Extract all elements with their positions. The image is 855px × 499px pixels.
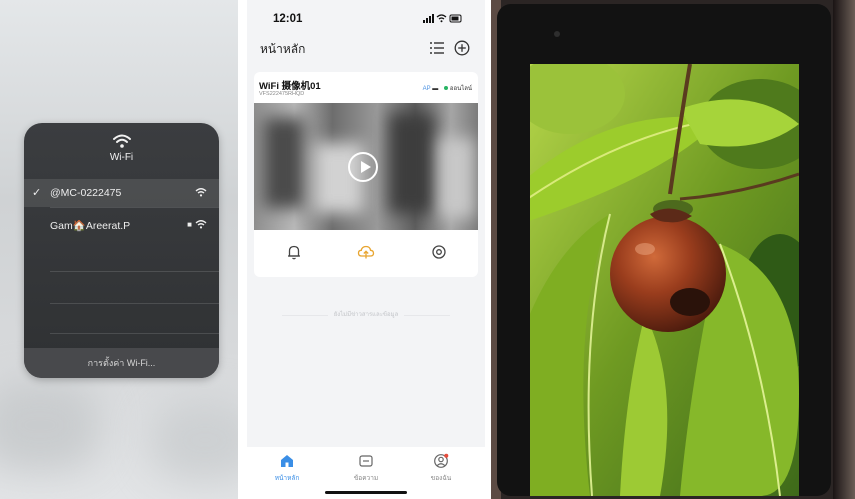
camera-card[interactable]: WiFi 摄像机01 VFS222475RHQD AP ▬ ออนไลน์: [254, 72, 478, 277]
profile-icon: [434, 453, 449, 468]
mangosteen-fruit: [610, 216, 726, 332]
tablet-photo: [491, 0, 855, 499]
tab-label: ข้อความ: [353, 475, 379, 482]
camera-device-id: VFS222475RHQD: [259, 91, 305, 97]
mangosteen-photo: [530, 64, 799, 496]
camera-name: WiFi 摄像机01: [259, 81, 321, 92]
cloud-upload-icon[interactable]: [357, 243, 375, 261]
settings-icon[interactable]: [430, 243, 448, 261]
network-name: Gam🏠Areerat.P: [50, 220, 131, 232]
divider: [50, 303, 219, 304]
front-camera: [554, 31, 560, 37]
tab-messages[interactable]: ข้อความ: [336, 453, 396, 483]
tab-home[interactable]: หน้าหลัก: [257, 453, 317, 483]
divider: [50, 207, 219, 208]
tab-profile[interactable]: ของฉัน: [411, 453, 471, 483]
network-row-connected[interactable]: ✓ @MC-0222475: [24, 179, 219, 207]
camera-status: AP ▬ ออนไลน์: [423, 83, 472, 93]
wifi-settings-link[interactable]: การตั้งค่า Wi-Fi...: [24, 348, 219, 378]
video-preview[interactable]: [254, 103, 478, 230]
list-icon[interactable]: [429, 40, 445, 56]
signal-wifi-battery-icon: [423, 14, 462, 23]
status-bar-icons: [423, 14, 463, 25]
page-title: หน้าหลัก: [260, 42, 306, 56]
tablet-screen: [530, 64, 799, 496]
add-circle-icon[interactable]: [454, 40, 470, 56]
mode-badge: AP: [422, 86, 431, 92]
background-blur: [150, 400, 238, 480]
network-row[interactable]: Gam🏠Areerat.P ■: [24, 211, 219, 239]
empty-message: ยังไม่มีข่าวสารและข้อมูล: [247, 309, 485, 319]
blur-block: [439, 138, 474, 218]
lock-icon: ■: [187, 220, 192, 229]
empty-message-text: ยังไม่มีข่าวสารและข้อมูล: [327, 312, 405, 318]
play-button[interactable]: [348, 152, 378, 182]
wifi-menu-title: Wi-Fi: [109, 152, 134, 163]
tab-label: ของฉัน: [430, 475, 452, 482]
blur-block: [389, 113, 434, 213]
check-icon: ✓: [32, 187, 42, 199]
fruit-spot: [670, 288, 710, 316]
tab-label: หน้าหลัก: [274, 475, 300, 482]
message-icon: [359, 455, 373, 467]
wifi-menu-screenshot: Wi-Fi ✓ @MC-0222475 Gam🏠Areerat.P ■ การต: [0, 0, 238, 499]
wifi-icon: [112, 134, 131, 148]
camera-app-screenshot: 12:01 หน้าหลัก WiFi 摄像机01 VFS222475RHQD …: [247, 0, 485, 499]
background-surface: [833, 0, 855, 499]
camera-actions: [254, 230, 478, 277]
wifi-signal-icon: [195, 220, 207, 229]
blur-block: [264, 118, 304, 208]
online-dot: [443, 86, 448, 90]
network-name: @MC-0222475: [50, 187, 122, 199]
divider: [50, 333, 219, 334]
background-blur: [0, 380, 100, 470]
bell-icon[interactable]: [285, 243, 303, 261]
online-status: ออนไลน์: [449, 86, 472, 92]
home-indicator: [325, 491, 407, 494]
divider: [50, 271, 219, 272]
tablet-bezel: [497, 4, 831, 496]
battery-icon: ▬: [432, 86, 439, 92]
wifi-signal-icon: [195, 188, 207, 197]
status-bar-time: 12:01: [273, 13, 303, 25]
wifi-quick-menu: Wi-Fi ✓ @MC-0222475 Gam🏠Areerat.P ■ การต: [24, 123, 219, 378]
home-icon: [281, 455, 293, 467]
